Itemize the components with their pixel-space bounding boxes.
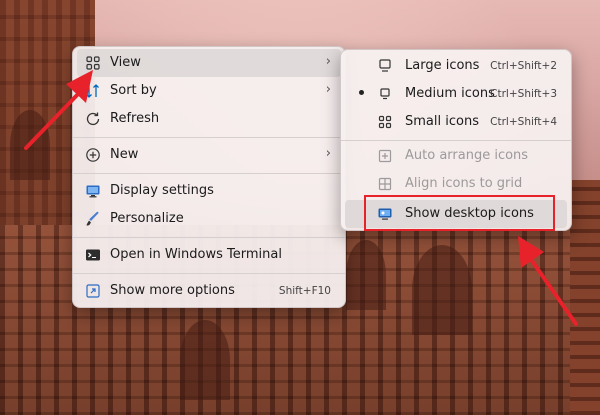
annotation-arrow-left — [24, 70, 93, 150]
annotation-arrow-right — [518, 236, 578, 326]
annotation-arrows — [24, 70, 578, 326]
